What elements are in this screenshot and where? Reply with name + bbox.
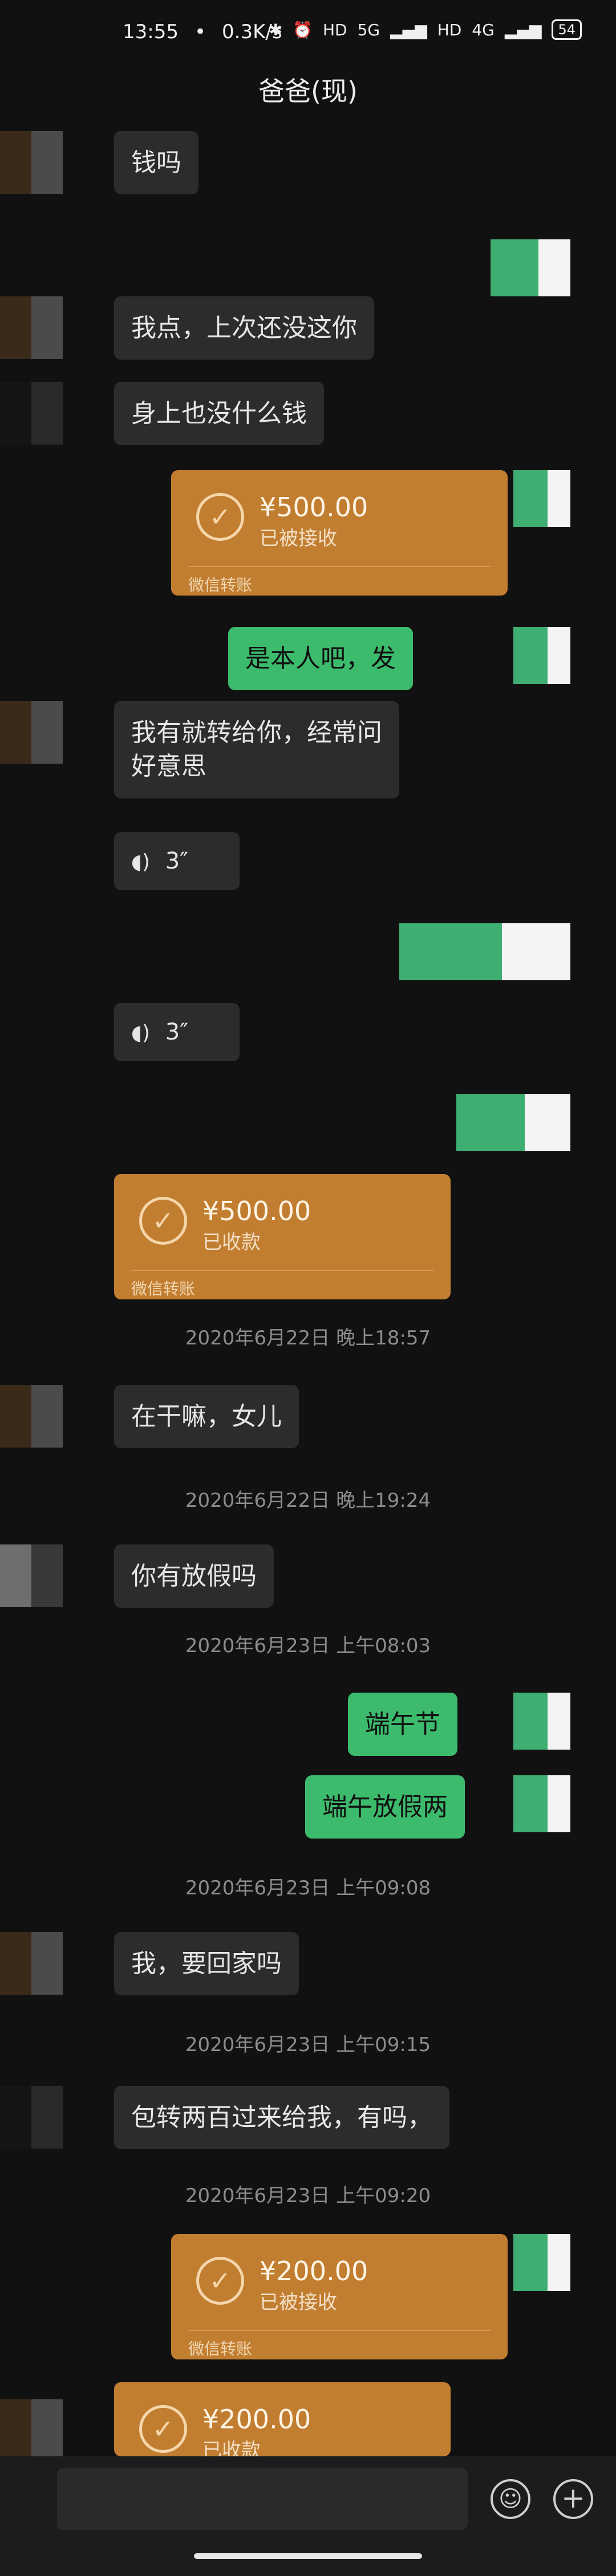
avatar-me[interactable]: [513, 1693, 570, 1750]
transfer-card[interactable]: ✓ ¥500.00 已收款 微信转账: [114, 1174, 451, 1299]
transfer-status: 已被接收: [260, 527, 337, 550]
avatar-me[interactable]: [513, 1775, 570, 1832]
check-icon: ✓: [139, 2405, 187, 2453]
check-icon: ✓: [196, 2257, 244, 2305]
message-left[interactable]: 我点，上次还没这你: [114, 296, 374, 360]
avatar-dad[interactable]: [0, 131, 63, 194]
avatar-dad[interactable]: [0, 701, 63, 764]
chat-title: 爸爸(现): [258, 76, 358, 107]
voice-duration: 3″: [165, 1019, 189, 1045]
message-input[interactable]: [57, 2468, 468, 2530]
transfer-amount: ¥200.00: [202, 2404, 311, 2435]
hd-badge-2: HD: [437, 20, 462, 39]
emoji-icon[interactable]: ☺: [491, 2479, 530, 2519]
transfer-amount: ¥200.00: [260, 2256, 368, 2286]
transfer-status: 已收款: [202, 2439, 261, 2456]
avatar-me[interactable]: [399, 923, 570, 980]
check-icon: ✓: [196, 493, 244, 541]
status-time: 13:55: [123, 21, 179, 43]
transfer-footer: 微信转账: [188, 2339, 253, 2358]
transfer-amount: ¥500.00: [260, 492, 368, 523]
net-5g-label: 5G: [357, 20, 380, 39]
message-right[interactable]: 端午放假两: [305, 1775, 465, 1839]
chat-history[interactable]: 钱吗 我点，上次还没这你 身上也没什么钱 ✓ ¥500.00 已被接收 微信转账…: [0, 114, 616, 2462]
status-right: ✱ ⏰ HD 5G ▂▄▆ HD 4G ▂▄▆ 54: [269, 19, 582, 40]
message-left[interactable]: 在干嘛，女儿: [114, 1385, 299, 1449]
status-bar: 13:55 • 0.3K/s ✱ ⏰ HD 5G ▂▄▆ HD 4G ▂▄▆ 5…: [0, 0, 616, 68]
voice-message[interactable]: ◖) 3″: [114, 832, 240, 890]
chat-title-bar: 爸爸(现): [0, 68, 616, 114]
signal-icon: ▂▄▆: [390, 20, 427, 39]
message-left[interactable]: 包转两百过来给我，有吗，: [114, 2086, 449, 2150]
transfer-divider: [188, 566, 491, 567]
timestamp: 2020年6月23日 上午09:08: [185, 1877, 431, 1900]
avatar-dad[interactable]: [0, 296, 63, 359]
avatar-me[interactable]: [513, 627, 570, 684]
home-indicator[interactable]: [194, 2553, 422, 2559]
message-right[interactable]: 端午节: [348, 1693, 457, 1756]
timestamp: 2020年6月22日 晚上19:24: [185, 1489, 431, 1512]
message-line: 好意思: [131, 752, 206, 781]
transfer-footer: 微信转账: [131, 1279, 196, 1298]
battery-icon: 54: [552, 19, 582, 40]
plus-icon[interactable]: +: [553, 2479, 593, 2519]
avatar-me[interactable]: [513, 470, 570, 527]
transfer-card[interactable]: ✓ ¥200.00 已被接收 微信转账: [171, 2234, 508, 2359]
transfer-status: 已收款: [202, 1231, 261, 1254]
transfer-card[interactable]: ✓ ¥500.00 已被接收 微信转账: [171, 470, 508, 596]
transfer-amount: ¥500.00: [202, 1196, 311, 1226]
message-left[interactable]: 身上也没什么钱: [114, 382, 324, 446]
signal-icon-2: ▂▄▆: [504, 20, 542, 39]
avatar-me[interactable]: [456, 1094, 570, 1151]
voice-message[interactable]: ◖) 3″: [114, 1003, 240, 1061]
transfer-divider: [131, 1270, 433, 1271]
transfer-status: 已被接收: [260, 2291, 337, 2314]
timestamp: 2020年6月23日 上午08:03: [185, 1635, 431, 1657]
status-left: 13:55 • 0.3K/s: [123, 21, 282, 43]
alarm-icon: ⏰: [293, 20, 313, 39]
message-line: 我有就转给你，经常问: [131, 718, 382, 747]
message-right[interactable]: 是本人吧，发: [228, 627, 413, 691]
timestamp: 2020年6月22日 晚上18:57: [185, 1327, 431, 1350]
message-left[interactable]: 钱吗: [114, 131, 198, 195]
avatar-dad[interactable]: [0, 2086, 63, 2149]
input-bar: ☺ +: [0, 2456, 616, 2576]
transfer-divider: [188, 2330, 491, 2331]
avatar-me[interactable]: [491, 239, 570, 296]
transfer-footer: 微信转账: [188, 576, 253, 594]
net-4g-label: 4G: [472, 20, 495, 39]
bluetooth-icon: ✱: [269, 20, 283, 39]
voice-wave-icon: ◖): [131, 850, 151, 874]
check-icon: ✓: [139, 1197, 187, 1245]
timestamp: 2020年6月23日 上午09:15: [185, 2033, 431, 2056]
voice-duration: 3″: [165, 848, 189, 874]
avatar-dad[interactable]: [0, 1544, 63, 1607]
avatar-dad[interactable]: [0, 382, 63, 445]
voice-wave-icon: ◖): [131, 1021, 151, 1045]
timestamp: 2020年6月23日 上午09:20: [185, 2184, 431, 2207]
avatar-me[interactable]: [513, 2234, 570, 2291]
message-left[interactable]: 你有放假吗: [114, 1544, 274, 1608]
message-left[interactable]: 我，要回家吗: [114, 1932, 299, 1996]
transfer-card[interactable]: ✓ ¥200.00 已收款: [114, 2382, 451, 2456]
avatar-dad[interactable]: [0, 1385, 63, 1448]
avatar-dad[interactable]: [0, 2399, 63, 2462]
message-left[interactable]: 我有就转给你，经常问 好意思: [114, 701, 399, 798]
avatar-dad[interactable]: [0, 1932, 63, 1995]
status-dot: •: [194, 21, 206, 43]
hd-badge-1: HD: [322, 20, 347, 39]
